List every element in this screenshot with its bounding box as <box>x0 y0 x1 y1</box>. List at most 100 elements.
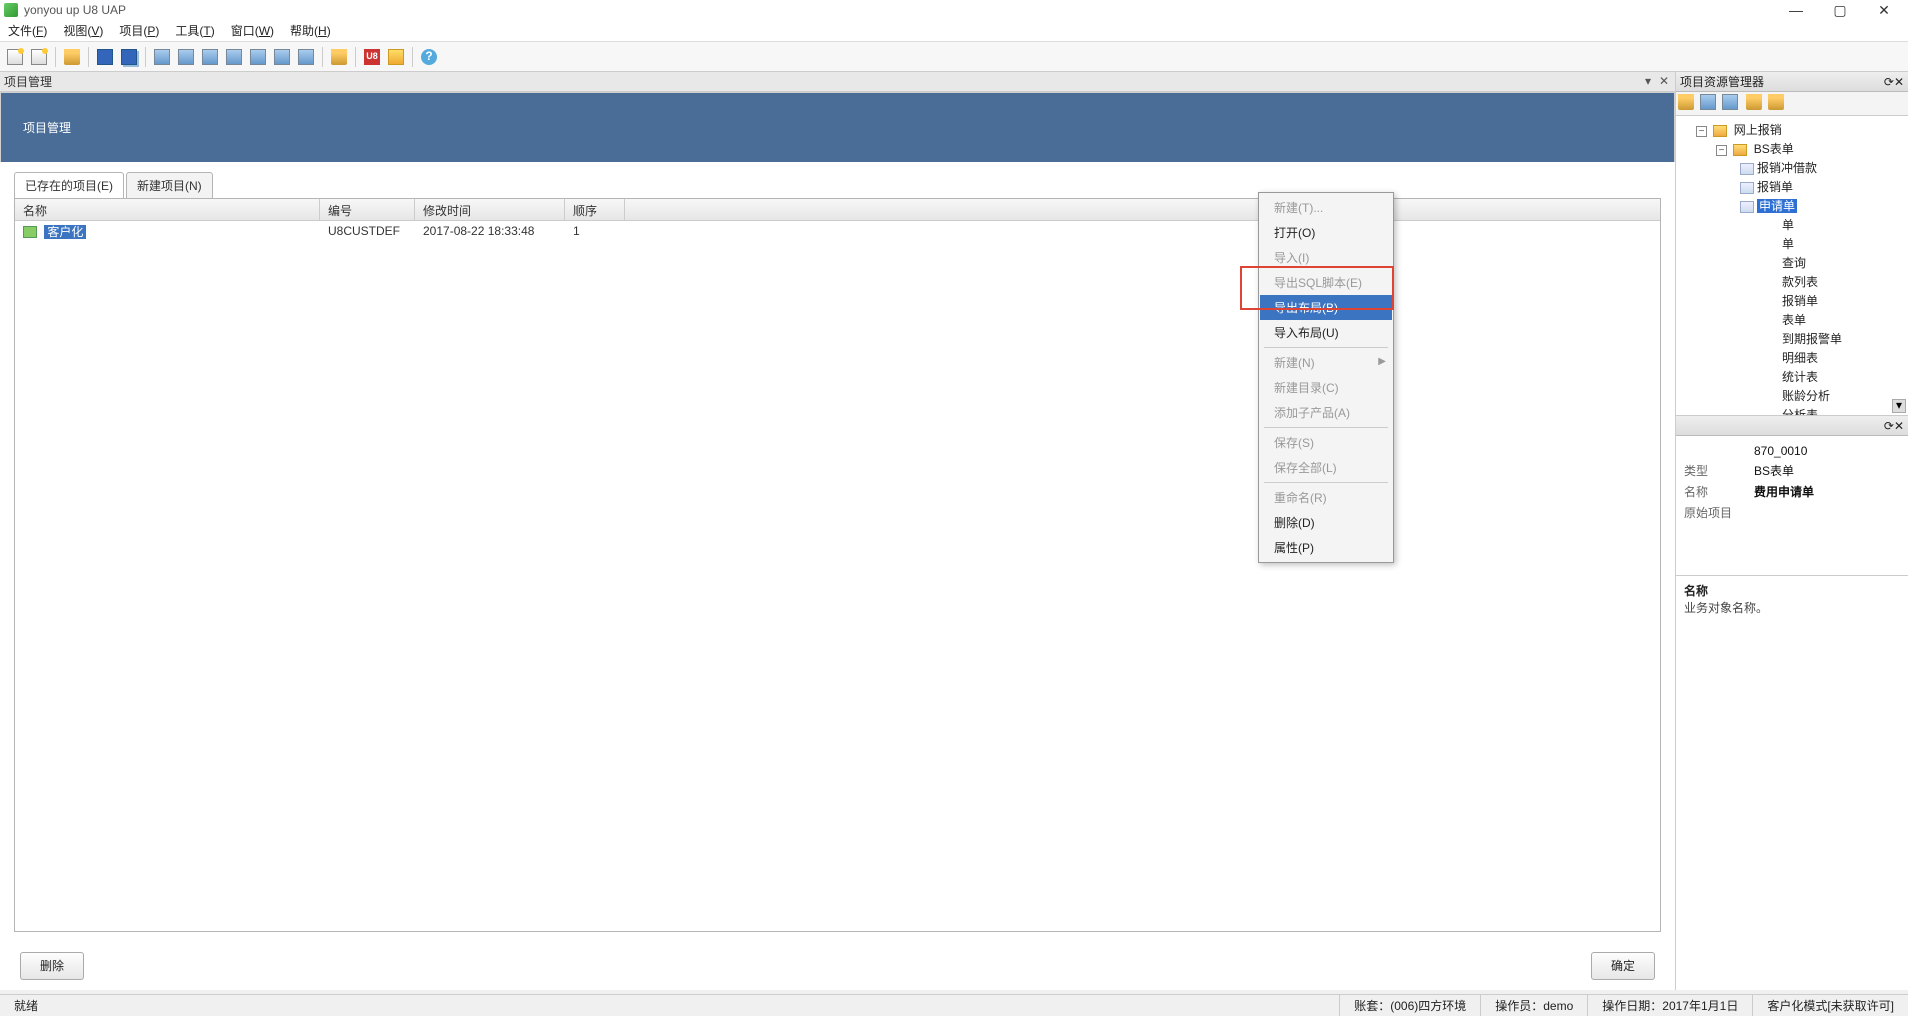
menu-window[interactable]: 窗口(W) <box>223 20 282 41</box>
ctx-add-sub[interactable]: 添加子产品(A) <box>1260 400 1392 425</box>
expand-icon[interactable]: − <box>1696 126 1707 137</box>
tool-open[interactable] <box>61 46 83 68</box>
ctx-save-all[interactable]: 保存全部(L) <box>1260 455 1392 480</box>
ctx-open[interactable]: 打开(O) <box>1260 220 1392 245</box>
row-icon <box>23 226 37 238</box>
tree-item[interactable]: 单 <box>1676 234 1908 253</box>
ctx-new[interactable]: 新建(T)... <box>1260 195 1392 220</box>
tree-item[interactable]: 报销单 <box>1676 177 1908 196</box>
tree-item[interactable]: 明细表 <box>1676 348 1908 367</box>
menu-help[interactable]: 帮助(H) <box>282 20 339 41</box>
maximize-button[interactable]: ▢ <box>1830 2 1850 18</box>
folder-icon <box>1746 94 1762 110</box>
tool-folder[interactable] <box>328 46 350 68</box>
status-mode: 客户化模式[未获取许可] <box>1752 995 1908 1016</box>
tree-item[interactable]: 账龄分析 <box>1676 386 1908 405</box>
generic-icon <box>226 49 242 65</box>
tree-root[interactable]: − 网上报销 <box>1676 120 1908 139</box>
tool-yellow[interactable] <box>385 46 407 68</box>
ctx-props[interactable]: 属性(P) <box>1260 535 1392 560</box>
menu-file[interactable]: 文件(F) <box>0 20 55 41</box>
col-name[interactable]: 名称 <box>15 199 320 220</box>
delete-button[interactable]: 删除 <box>20 952 84 980</box>
tool-u8[interactable]: U8 <box>361 46 383 68</box>
ctx-delete[interactable]: 删除(D) <box>1260 510 1392 535</box>
ctx-new-dir[interactable]: 新建目录(C) <box>1260 375 1392 400</box>
ctx-sep <box>1264 482 1388 483</box>
pane-close-icon[interactable]: ✕ <box>1894 75 1904 89</box>
pane-refresh-icon[interactable]: ⟳ <box>1884 75 1894 89</box>
menu-tools[interactable]: 工具(T) <box>167 20 222 41</box>
close-button[interactable]: ✕ <box>1874 2 1894 18</box>
desc-key: 名称 <box>1684 582 1900 599</box>
ctx-import[interactable]: 导入(I) <box>1260 245 1392 270</box>
ctx-new2[interactable]: 新建(N)▶ <box>1260 350 1392 375</box>
menu-view[interactable]: 视图(V) <box>55 20 111 41</box>
rtool-4[interactable] <box>1746 94 1766 114</box>
pane-dropdown-icon[interactable]: ▾ <box>1641 75 1655 89</box>
tool-new2[interactable] <box>28 46 50 68</box>
tool-generic3[interactable] <box>199 46 221 68</box>
menu-project[interactable]: 项目(P) <box>111 20 167 41</box>
tool-save[interactable] <box>94 46 116 68</box>
expand-icon[interactable]: − <box>1716 145 1727 156</box>
rtool-1[interactable] <box>1678 94 1698 114</box>
prop-key: 名称 <box>1684 483 1754 500</box>
tree-item[interactable]: 报销单 <box>1676 291 1908 310</box>
description-pane: 名称 业务对象名称。 <box>1676 576 1908 990</box>
toolbar-sep <box>145 47 146 67</box>
tool-generic4[interactable] <box>223 46 245 68</box>
resource-tree[interactable]: − 网上报销 − BS表单 报销冲借款 报销单 申请单 单 单 查询 款列表 报… <box>1676 116 1908 416</box>
pane-refresh-icon[interactable]: ⟳ <box>1884 419 1894 433</box>
pane-close-icon[interactable]: ✕ <box>1657 75 1671 89</box>
doc-icon <box>1740 201 1754 213</box>
ctx-export-layout[interactable]: 导出布局(B) <box>1260 295 1392 320</box>
tree-item[interactable]: 报销冲借款 <box>1676 158 1908 177</box>
ctx-save[interactable]: 保存(S) <box>1260 430 1392 455</box>
u8-icon: U8 <box>364 49 380 65</box>
tab-existing[interactable]: 已存在的项目(E) <box>14 172 124 198</box>
ctx-export-sql[interactable]: 导出SQL脚本(E) <box>1260 270 1392 295</box>
tree-item[interactable]: 表单 <box>1676 310 1908 329</box>
status-operator: 操作员：demo <box>1480 995 1587 1016</box>
tree-item[interactable]: 分析表 <box>1676 405 1908 416</box>
tool-saveall[interactable] <box>118 46 140 68</box>
rtool-5[interactable] <box>1768 94 1788 114</box>
tool-new[interactable] <box>4 46 26 68</box>
ctx-import-layout[interactable]: 导入布局(U) <box>1260 320 1392 345</box>
tool-generic5[interactable] <box>247 46 269 68</box>
rtool-3[interactable] <box>1722 94 1742 114</box>
prop-row: 类型BS表单 <box>1684 460 1900 481</box>
ok-button[interactable]: 确定 <box>1591 952 1655 980</box>
tool-generic1[interactable] <box>151 46 173 68</box>
button-bar: 删除 确定 <box>0 942 1675 990</box>
app-title: yonyou up U8 UAP <box>24 3 1786 17</box>
tree-item[interactable]: 款列表 <box>1676 272 1908 291</box>
generic-icon <box>1722 94 1738 110</box>
tree-item[interactable]: 统计表 <box>1676 367 1908 386</box>
tree-item[interactable]: 查询 <box>1676 253 1908 272</box>
rtool-2[interactable] <box>1700 94 1720 114</box>
minimize-button[interactable]: — <box>1786 2 1806 18</box>
col-code[interactable]: 编号 <box>320 199 415 220</box>
tool-help[interactable]: ? <box>418 46 440 68</box>
tree-item[interactable]: 单 <box>1676 215 1908 234</box>
table-row[interactable]: 客户化 U8CUSTDEF 2017-08-22 18:33:48 1 <box>15 221 1660 241</box>
tool-generic2[interactable] <box>175 46 197 68</box>
banner-title: 项目管理 <box>23 119 71 136</box>
tree-item-selected[interactable]: 申请单 <box>1676 196 1908 215</box>
tree-item[interactable]: 到期报警单 <box>1676 329 1908 348</box>
tree-label-partial: 报销单 <box>1782 294 1818 308</box>
status-account: 账套：(006)四方环境 <box>1339 995 1480 1016</box>
pane-close-icon[interactable]: ✕ <box>1894 419 1904 433</box>
ctx-rename[interactable]: 重命名(R) <box>1260 485 1392 510</box>
scroll-down-icon[interactable]: ▾ <box>1892 399 1906 413</box>
tree-folder[interactable]: − BS表单 <box>1676 139 1908 158</box>
tool-generic6[interactable] <box>271 46 293 68</box>
col-order[interactable]: 顺序 <box>565 199 625 220</box>
tool-generic7[interactable] <box>295 46 317 68</box>
doc-icon <box>1740 163 1754 175</box>
tab-new[interactable]: 新建项目(N) <box>126 172 213 198</box>
col-mtime[interactable]: 修改时间 <box>415 199 565 220</box>
toolbar-sep <box>55 47 56 67</box>
